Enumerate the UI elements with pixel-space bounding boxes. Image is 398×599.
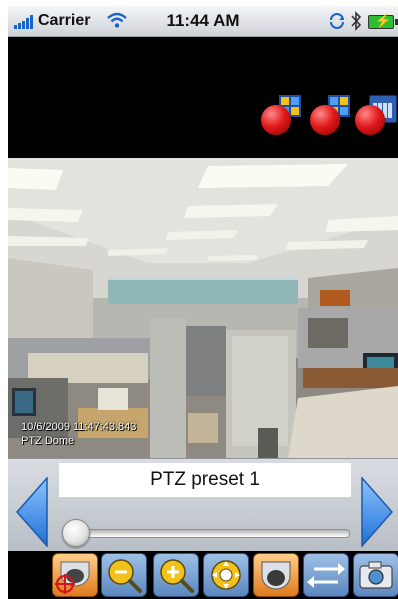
focus-button[interactable]: [203, 553, 249, 597]
status-bar: Carrier 11:44 AM ⚡: [8, 6, 398, 37]
preset-panel: PTZ preset 1: [8, 458, 398, 551]
camera-group-2-button[interactable]: [310, 95, 350, 135]
zoom-in-button[interactable]: [153, 553, 199, 597]
dome-camera-button[interactable]: [253, 553, 299, 597]
zoom-out-icon: [108, 559, 142, 593]
snapshot-button[interactable]: [353, 553, 398, 597]
next-preset-button[interactable]: [360, 477, 394, 547]
top-control-bar: [8, 37, 398, 157]
video-feed[interactable]: 10/6/2009 11:47:43.843 PTZ Dome: [8, 158, 398, 458]
record-indicator-icon: [310, 105, 340, 135]
preset-slider-track[interactable]: [66, 529, 350, 538]
preset-name-label: PTZ preset 1: [59, 463, 351, 497]
video-camera-name: PTZ Dome: [21, 435, 75, 447]
chevron-right-icon: [361, 477, 394, 547]
battery-charging-icon: ⚡: [368, 14, 398, 29]
swap-button[interactable]: [303, 553, 349, 597]
schedule-button[interactable]: [355, 95, 397, 135]
chevron-left-icon: [15, 477, 48, 547]
sync-icon: [330, 13, 344, 29]
swap-arrows-icon: [307, 563, 345, 588]
app-frame: Carrier 11:44 AM ⚡ 10/6/2009 11:47:43.84…: [8, 6, 398, 599]
camera-snapshot-icon: [359, 561, 393, 589]
preset-slider-thumb[interactable]: [62, 519, 90, 547]
bluetooth-icon: [351, 11, 362, 31]
office-camera-image: [8, 158, 398, 458]
record-indicator-icon: [261, 105, 291, 135]
camera-group-1-button[interactable]: [261, 95, 301, 135]
zoom-in-icon: [160, 559, 194, 593]
ptz-target-button[interactable]: [52, 553, 98, 597]
bottom-toolbar: [8, 551, 398, 599]
video-timestamp: 10/6/2009 11:47:43.843: [21, 421, 137, 433]
focus-icon: [211, 560, 241, 590]
zoom-out-button[interactable]: [101, 553, 147, 597]
record-indicator-icon: [355, 105, 385, 135]
previous-preset-button[interactable]: [15, 477, 49, 547]
ptz-target-icon: [55, 561, 90, 594]
dome-camera-icon: [261, 561, 291, 590]
